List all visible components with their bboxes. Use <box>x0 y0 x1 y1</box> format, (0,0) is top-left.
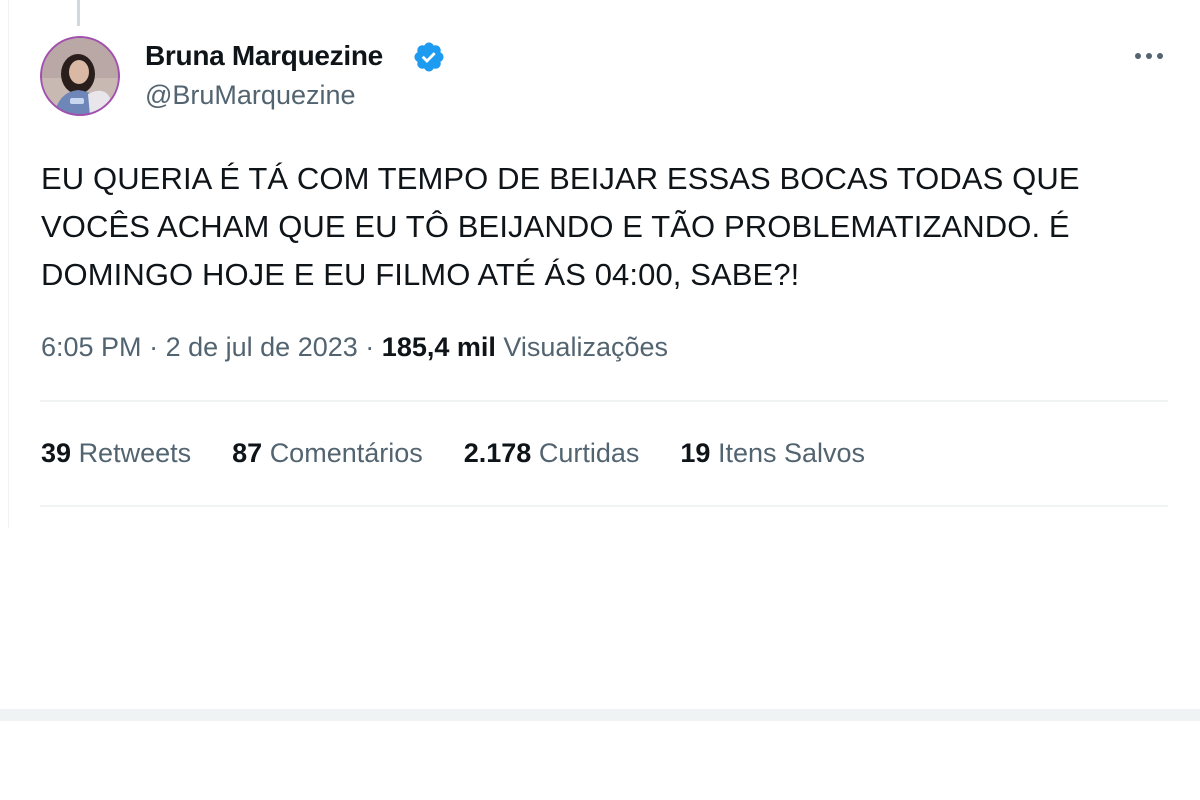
stat-count: 87 <box>232 438 263 468</box>
avatar[interactable] <box>40 36 120 116</box>
views-count: 185,4 mil <box>381 332 496 362</box>
stat-count: 19 <box>680 438 711 468</box>
verified-badge-icon <box>414 42 444 72</box>
stat-bookmarks[interactable]: 19 Itens Salvos <box>680 438 865 474</box>
author-name[interactable]: Bruna Marquezine <box>145 40 383 72</box>
divider-top <box>40 400 1168 402</box>
stat-label: Curtidas <box>538 438 640 468</box>
more-horizontal-icon[interactable] <box>1132 44 1166 68</box>
stat-label: Retweets <box>78 438 192 468</box>
meta-separator: · <box>149 332 159 362</box>
stat-label: Comentários <box>269 438 423 468</box>
timeline-border <box>8 0 9 528</box>
profile-photo-icon <box>40 36 120 116</box>
engagement-stats: 39 Retweets 87 Comentários 2.178 Curtida… <box>41 438 865 474</box>
stat-retweets[interactable]: 39 Retweets <box>41 438 191 474</box>
stat-label: Itens Salvos <box>717 438 866 468</box>
tweet-time[interactable]: 6:05 PM <box>41 332 142 362</box>
tweet-meta: 6:05 PM · 2 de jul de 2023 · 185,4 mil V… <box>41 332 668 363</box>
stat-count: 2.178 <box>463 438 532 468</box>
meta-separator: · <box>365 332 375 362</box>
divider-bottom <box>40 505 1168 507</box>
stat-comments[interactable]: 87 Comentários <box>232 438 423 474</box>
stat-likes[interactable]: 2.178 Curtidas <box>464 438 640 474</box>
stat-count: 39 <box>41 438 72 468</box>
author-handle[interactable]: @BruMarquezine <box>145 80 356 111</box>
views-label: Visualizações <box>503 332 668 362</box>
section-separator <box>0 709 1200 721</box>
thread-connector-line <box>77 0 80 26</box>
tweet-text: EU QUERIA É TÁ COM TEMPO DE BEIJAR ESSAS… <box>41 161 1080 292</box>
tweet-date[interactable]: 2 de jul de 2023 <box>166 332 358 362</box>
tweet-page: Bruna Marquezine @BruMarquezine EU QUERI… <box>0 0 1200 800</box>
